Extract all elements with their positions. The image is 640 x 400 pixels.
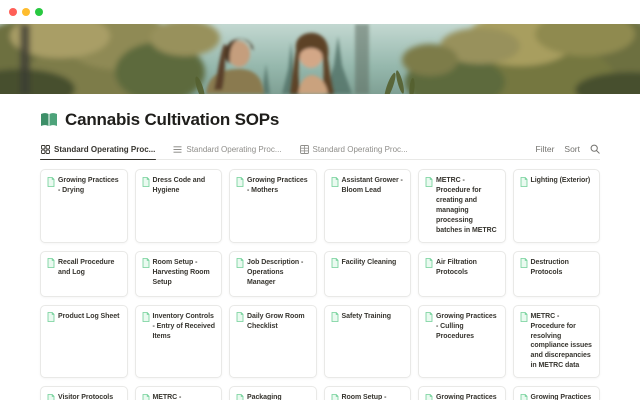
search-icon [590, 144, 600, 154]
sop-card[interactable]: Dress Code and Hygiene [135, 169, 223, 243]
sop-card-title: METRC - Procedure for resolving complian… [531, 312, 594, 372]
green-document-icon [331, 258, 339, 268]
sop-card[interactable]: Product Log Sheet [40, 305, 128, 379]
sop-card[interactable]: Facility Cleaning [324, 251, 412, 297]
sop-card[interactable]: METRC - Procedure for creating and manag… [418, 169, 506, 243]
tab-table-view[interactable]: Standard Operating Proc... [299, 142, 409, 159]
sop-card[interactable]: METRC - Procedure for assigning harvest … [135, 386, 223, 400]
sop-card[interactable]: Safety Training [324, 305, 412, 379]
sop-card-title: Recall Procedure and Log [58, 258, 121, 278]
minimize-window-button[interactable] [22, 8, 30, 16]
sop-card-title: Product Log Sheet [58, 312, 119, 322]
sop-card-title: Lighting (Exterior) [531, 176, 591, 186]
sort-button[interactable]: Sort [564, 144, 580, 154]
open-book-icon [40, 112, 58, 128]
sop-card[interactable]: Room Setup - Harvesting Room Setup [135, 251, 223, 297]
sop-card-title: Air Filtration Protocols [436, 258, 499, 278]
cover-illustration [0, 24, 640, 94]
view-tabs: Standard Operating Proc... Standard Oper… [40, 142, 536, 159]
green-document-icon [236, 394, 244, 400]
green-document-icon [331, 177, 339, 187]
page-content: Cannabis Cultivation SOPs Standard Opera… [0, 110, 640, 400]
sop-card-title: Job Description - Operations Manager [247, 258, 310, 288]
sop-card[interactable]: Growing Practices - Drying [40, 169, 128, 243]
sop-card[interactable]: Lighting (Exterior) [513, 169, 601, 243]
sop-card-title: Assistant Grower - Bloom Lead [342, 176, 405, 196]
table-view-icon [300, 145, 309, 154]
green-document-icon [425, 312, 433, 322]
close-window-button[interactable] [9, 8, 17, 16]
green-document-icon [142, 258, 150, 268]
green-document-icon [425, 394, 433, 400]
list-view-icon [173, 145, 182, 154]
tab-label: Standard Operating Proc... [186, 145, 281, 154]
gallery-view-icon [41, 145, 50, 154]
green-document-icon [236, 312, 244, 322]
sop-card[interactable]: Recall Procedure and Log [40, 251, 128, 297]
green-document-icon [331, 312, 339, 322]
tab-label: Standard Operating Proc... [313, 145, 408, 154]
sop-card-title: Growing Practices - Handling [531, 393, 594, 400]
green-document-icon [236, 177, 244, 187]
sop-card-title: Packaging Requirements [247, 393, 310, 400]
green-document-icon [47, 312, 55, 322]
sop-card[interactable]: Job Description - Operations Manager [229, 251, 317, 297]
tab-label: Standard Operating Proc... [54, 145, 155, 154]
sop-card[interactable]: METRC - Procedure for resolving complian… [513, 305, 601, 379]
sop-card-title: Destruction Protocols [531, 258, 594, 278]
green-document-icon [520, 177, 528, 187]
sop-card-title: Inventory Controls - Entry of Received I… [153, 312, 216, 342]
green-document-icon [47, 394, 55, 400]
green-document-icon [47, 258, 55, 268]
sop-card-title: Facility Cleaning [342, 258, 397, 268]
sop-card-title: METRC - Procedure for assigning harvest … [153, 393, 216, 400]
filter-button[interactable]: Filter [536, 144, 555, 154]
sop-card[interactable]: Air Filtration Protocols [418, 251, 506, 297]
window-titlebar [0, 0, 640, 24]
green-document-icon [142, 177, 150, 187]
sop-card[interactable]: Packaging Requirements [229, 386, 317, 400]
sop-card[interactable]: Inventory Controls - Entry of Received I… [135, 305, 223, 379]
sop-card-title: Growing Practices - Mothers [247, 176, 310, 196]
gallery-grid: Growing Practices - Drying Dress Code an… [40, 169, 600, 400]
sop-card[interactable]: Growing Practices - Handling [513, 386, 601, 400]
green-document-icon [425, 177, 433, 187]
search-button[interactable] [590, 144, 600, 154]
sop-card-title: Daily Grow Room Checklist [247, 312, 310, 332]
sop-card-title: Room Setup - Harvesting Room Setup [153, 258, 216, 288]
sop-card-title: Visitor Protocols [58, 393, 113, 400]
sop-card-title: Growing Practices - Drying [58, 176, 121, 196]
green-document-icon [47, 177, 55, 187]
sop-card[interactable]: Assistant Grower - Bloom Lead [324, 169, 412, 243]
tab-list-view[interactable]: Standard Operating Proc... [172, 142, 282, 159]
green-document-icon [236, 258, 244, 268]
green-document-icon [142, 312, 150, 322]
sop-card-title: Room Setup - Vault Room Setup [342, 393, 405, 400]
page-cover-image [0, 24, 640, 94]
sop-card[interactable]: Visitor Protocols [40, 386, 128, 400]
green-document-icon [520, 258, 528, 268]
sop-card[interactable]: Daily Grow Room Checklist [229, 305, 317, 379]
green-document-icon [520, 394, 528, 400]
page-title: Cannabis Cultivation SOPs [65, 110, 279, 130]
view-toolbar: Filter Sort [536, 144, 600, 159]
sop-card-title: Growing Practices - Processing and Manuf… [436, 393, 499, 400]
sop-card-title: METRC - Procedure for creating and manag… [436, 176, 499, 236]
sop-card-title: Safety Training [342, 312, 391, 322]
sop-card-title: Dress Code and Hygiene [153, 176, 216, 196]
zoom-window-button[interactable] [35, 8, 43, 16]
sop-card[interactable]: Destruction Protocols [513, 251, 601, 297]
tab-gallery-view[interactable]: Standard Operating Proc... [40, 142, 156, 159]
sop-card[interactable]: Growing Practices - Mothers [229, 169, 317, 243]
green-document-icon [520, 312, 528, 322]
green-document-icon [142, 394, 150, 400]
view-tabs-row: Standard Operating Proc... Standard Oper… [40, 142, 600, 160]
sop-card[interactable]: Growing Practices - Processing and Manuf… [418, 386, 506, 400]
green-document-icon [425, 258, 433, 268]
green-document-icon [331, 394, 339, 400]
sop-card[interactable]: Growing Practices - Culling Procedures [418, 305, 506, 379]
sop-card[interactable]: Room Setup - Vault Room Setup [324, 386, 412, 400]
page-header: Cannabis Cultivation SOPs [40, 110, 600, 130]
sop-card-title: Growing Practices - Culling Procedures [436, 312, 499, 342]
